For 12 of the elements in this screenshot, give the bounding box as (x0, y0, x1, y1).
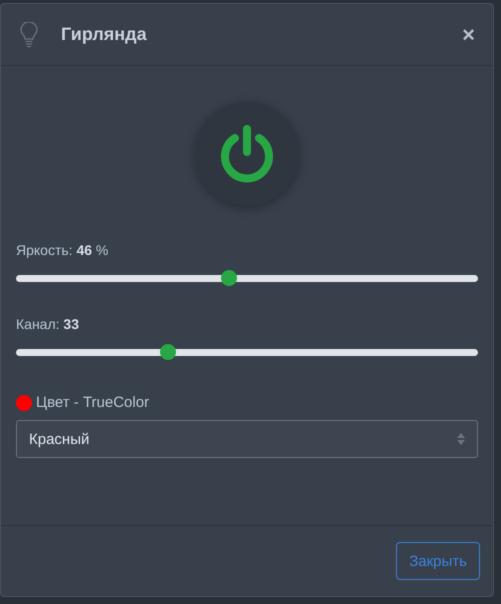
modal-title: Гирлянда (61, 24, 148, 45)
slider-label: Яркость: 46 % (16, 242, 110, 258)
slider-thumb[interactable] (160, 344, 176, 360)
updown-caret-icon (457, 433, 465, 445)
power-icon (218, 124, 276, 184)
slider[interactable] (16, 270, 478, 286)
slider-thumb[interactable] (220, 270, 237, 286)
slider[interactable] (16, 344, 478, 360)
slider-label: Канал: 33 (16, 316, 80, 332)
color-select[interactable]: Красный (16, 420, 478, 458)
lightbulb-icon (19, 22, 39, 48)
color-label: Цвет - TrueColor (36, 394, 150, 411)
